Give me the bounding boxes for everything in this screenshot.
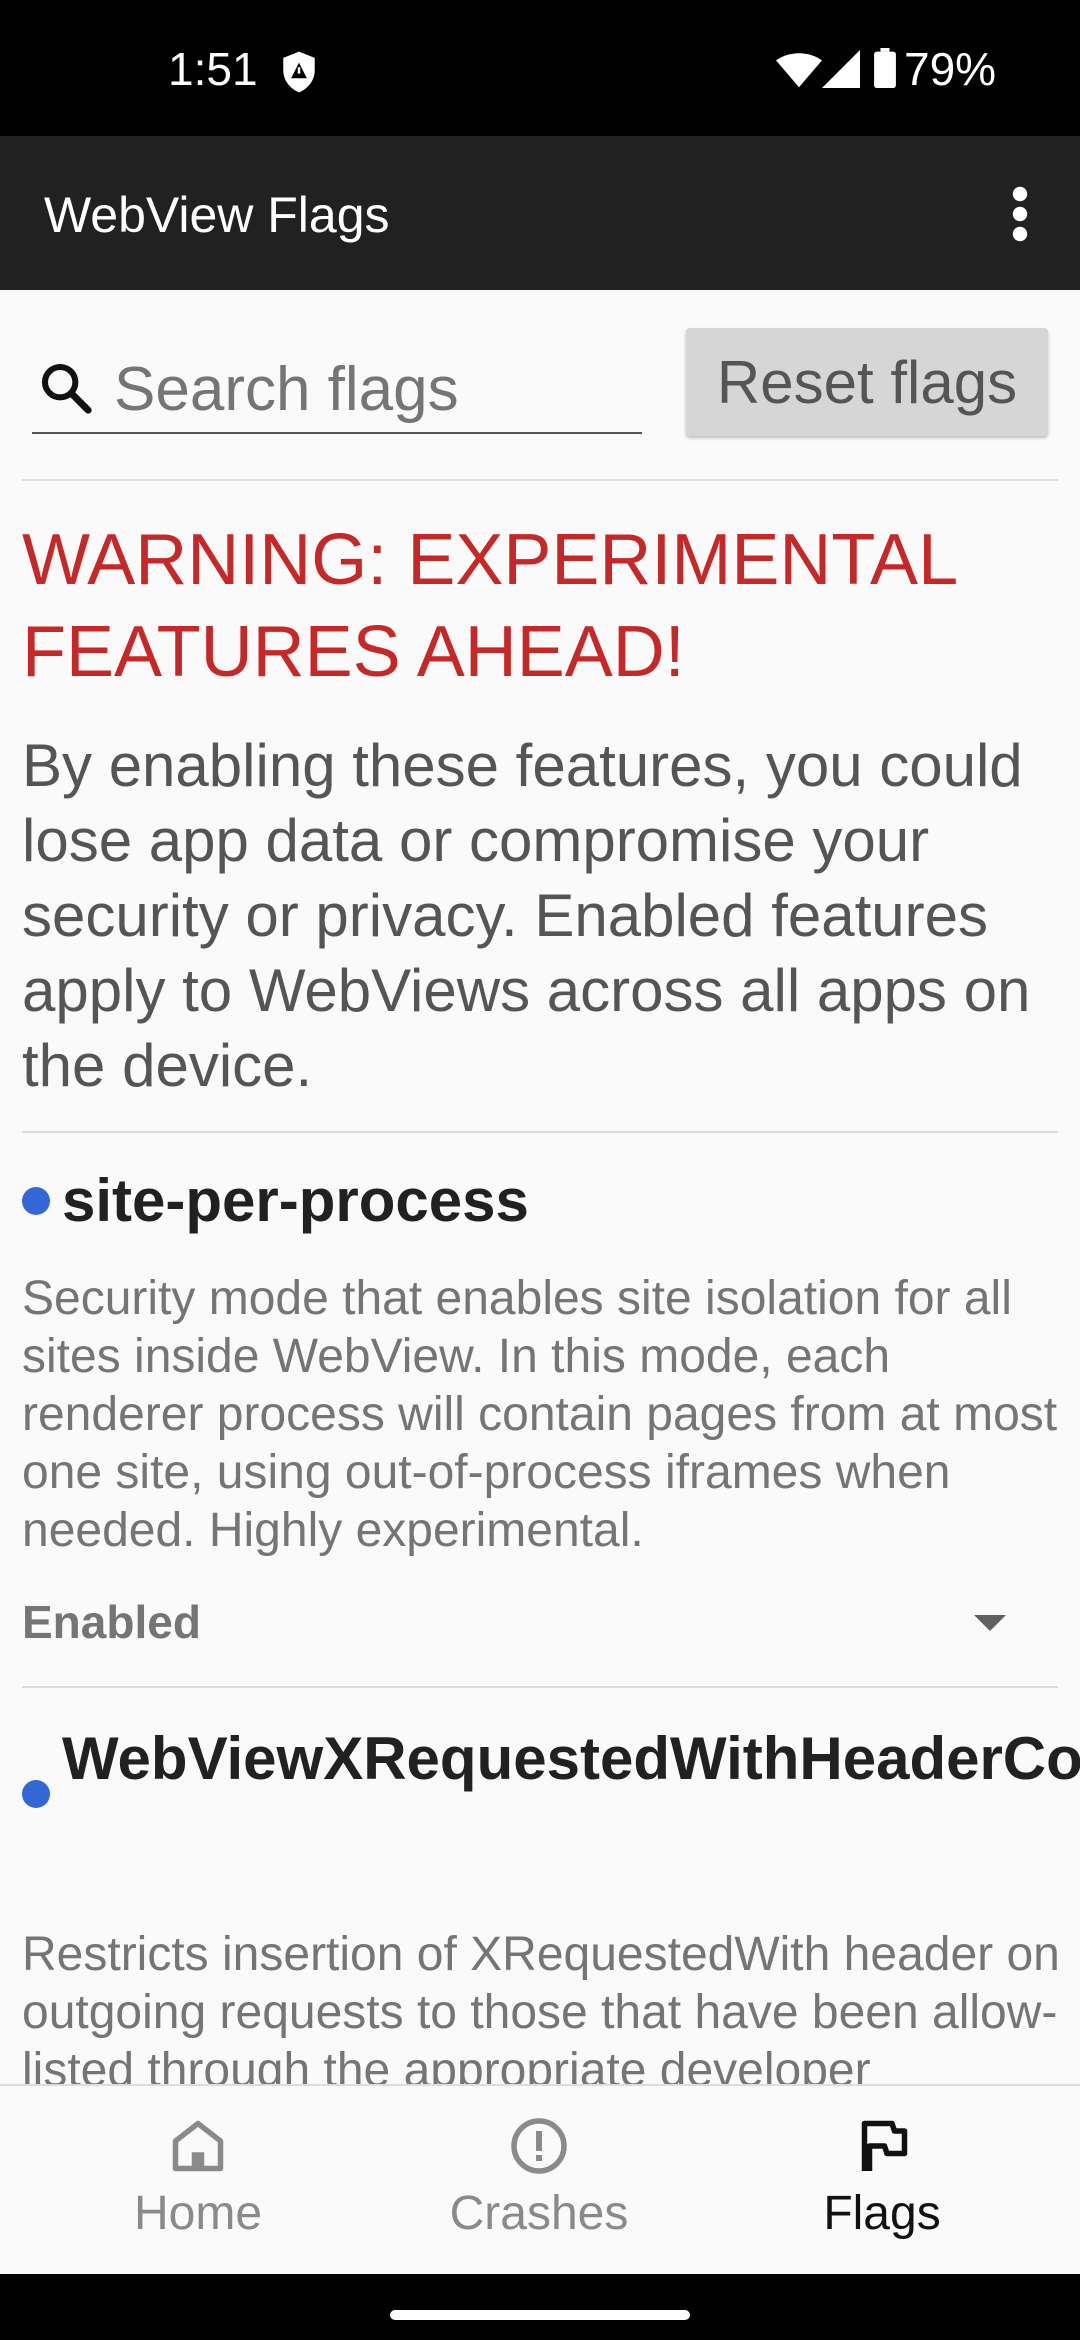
warning-title: WARNING: EXPERIMENTAL FEATURES AHEAD! (22, 520, 956, 692)
battery-percentage: 79% (904, 43, 997, 95)
home-icon (172, 2120, 224, 2172)
search-field[interactable] (32, 346, 642, 434)
signal-icon (822, 50, 860, 88)
flag-item-site-per-process: site-per-process Security mode that enab… (0, 1131, 1080, 1686)
dropdown-arrow-icon (974, 1615, 1006, 1631)
search-input[interactable] (112, 352, 636, 426)
status-bar: 1:51 79% (0, 0, 1080, 136)
app-bar: WebView Flags (0, 136, 1080, 290)
flag-description: Restricts insertion of XRequestedWith he… (22, 1928, 1060, 2084)
more-options-icon[interactable] (1000, 184, 1040, 244)
nav-label-flags: Flags (823, 2187, 941, 2240)
bottom-navigation: Home Crashes Flags (0, 2084, 1080, 2276)
gesture-handle[interactable] (390, 2310, 690, 2320)
shield-warning-icon (283, 51, 315, 93)
status-time: 1:51 (168, 43, 258, 95)
search-icon (41, 363, 92, 414)
warning-body: By enabling these features, you could lo… (22, 732, 1031, 1099)
flag-state-label: Enabled (22, 1596, 201, 1648)
nav-item-flags[interactable]: Flags (732, 2086, 1032, 2276)
nav-item-home[interactable]: Home (48, 2086, 348, 2276)
nav-label-home: Home (133, 2187, 263, 2240)
flag-enabled-indicator (22, 1780, 50, 1808)
wifi-icon (776, 53, 822, 88)
flag-name: WebViewXRequestedWithHeaderControl (62, 1725, 1080, 1792)
flag-enabled-indicator (22, 1187, 50, 1215)
nav-item-crashes[interactable]: Crashes (389, 2086, 689, 2276)
search-row: Reset flags (0, 290, 1080, 480)
app-title: WebView Flags (44, 187, 390, 243)
flag-name: site-per-process (62, 1167, 529, 1234)
nav-label-crashes: Crashes (449, 2187, 629, 2240)
crash-alert-icon (511, 2118, 567, 2174)
flag-item-xrequestedwith: WebViewXRequestedWithHeaderControl Restr… (0, 1688, 1080, 2084)
divider (22, 479, 1058, 481)
gesture-navigation-bar (0, 2274, 1080, 2340)
flag-state-dropdown[interactable]: Enabled (0, 1581, 1080, 1671)
battery-icon (874, 48, 896, 88)
flag-icon (861, 2120, 908, 2171)
reset-flags-button[interactable]: Reset flags (686, 328, 1048, 436)
flag-description: Security mode that enables site isolatio… (22, 1272, 1058, 1557)
